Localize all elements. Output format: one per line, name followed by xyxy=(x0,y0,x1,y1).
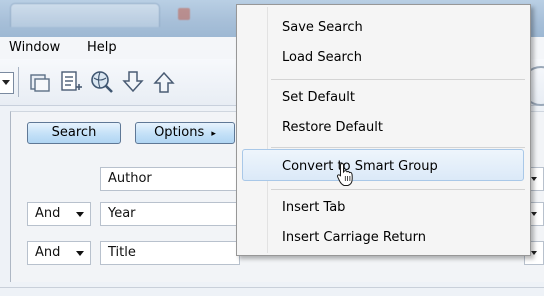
menu-gutter xyxy=(267,7,268,253)
blurred-close-icon xyxy=(178,8,190,20)
search-field-year[interactable]: Year xyxy=(100,202,240,226)
operator-label: And xyxy=(35,245,61,260)
group-icon[interactable] xyxy=(27,69,53,95)
menu-item-insert-carriage-return[interactable]: Insert Carriage Return xyxy=(282,230,426,245)
globe-search-icon[interactable] xyxy=(89,69,115,95)
chevron-down-icon xyxy=(76,251,84,256)
menu-separator xyxy=(271,79,525,80)
toolbar-dropdown[interactable] xyxy=(0,72,14,94)
search-button[interactable]: Search xyxy=(27,122,121,144)
export-icon[interactable] xyxy=(151,69,177,95)
options-label: Options xyxy=(154,125,205,140)
operator-label: And xyxy=(35,206,61,221)
options-button[interactable]: Options ▸ xyxy=(135,122,235,144)
context-menu: Save Search Load Search Set Default Rest… xyxy=(236,4,531,256)
menu-separator xyxy=(271,147,525,148)
menu-item-restore-default[interactable]: Restore Default xyxy=(282,120,383,135)
menu-item-save-search[interactable]: Save Search xyxy=(282,20,363,35)
import-icon[interactable] xyxy=(120,69,146,95)
menu-window[interactable]: Window xyxy=(9,40,60,55)
toolbar-separator xyxy=(18,67,19,97)
chevron-down-icon xyxy=(76,212,84,217)
divider xyxy=(0,287,544,288)
menu-item-insert-tab[interactable]: Insert Tab xyxy=(282,200,345,215)
search-field-author[interactable]: Author xyxy=(100,167,240,191)
menu-separator xyxy=(271,189,525,190)
new-list-icon[interactable] xyxy=(58,69,84,95)
menu-item-load-search[interactable]: Load Search xyxy=(282,50,362,65)
menu-help[interactable]: Help xyxy=(87,40,117,55)
field-label: Title xyxy=(108,245,136,260)
blurred-window-tab xyxy=(10,3,160,27)
menu-item-convert-to-smart-group[interactable]: Convert to Smart Group xyxy=(282,159,438,174)
operator-select[interactable]: And xyxy=(27,241,91,265)
operator-select[interactable]: And xyxy=(27,202,91,226)
field-label: Author xyxy=(108,171,152,186)
field-label: Year xyxy=(108,206,136,221)
menu-item-set-default[interactable]: Set Default xyxy=(282,90,355,105)
hand-cursor-icon xyxy=(336,162,353,186)
options-arrow-icon: ▸ xyxy=(211,129,216,139)
search-field-title[interactable]: Title xyxy=(100,241,240,265)
